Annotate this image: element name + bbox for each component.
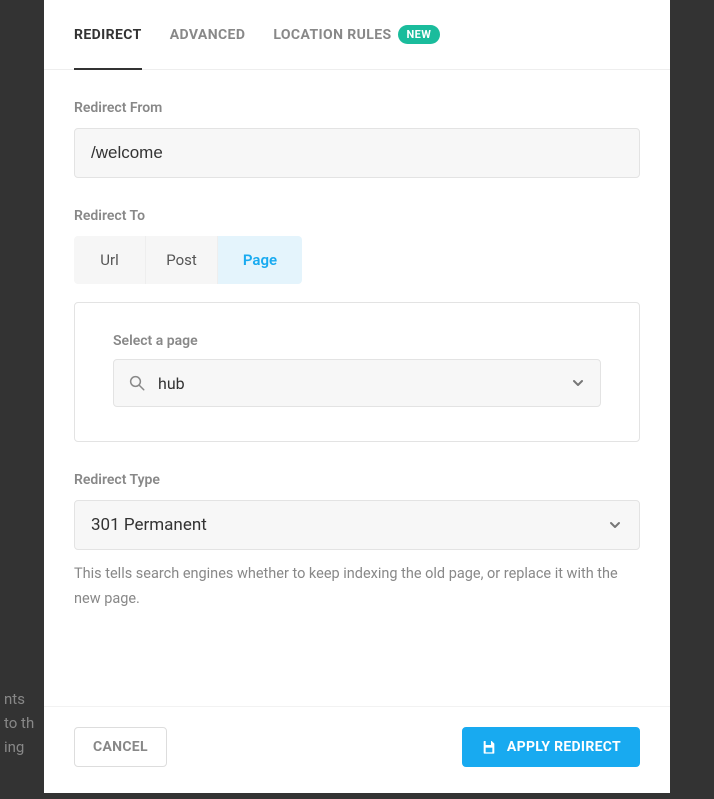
tab-redirect[interactable]: REDIRECT — [74, 0, 142, 69]
seg-option-page[interactable]: Page — [218, 236, 302, 284]
redirect-from-input[interactable] — [74, 128, 640, 178]
tab-advanced[interactable]: ADVANCED — [170, 0, 246, 69]
tab-redirect-label: REDIRECT — [74, 27, 142, 43]
redirect-type-help: This tells search engines whether to kee… — [74, 562, 640, 611]
redirect-from-group: Redirect From — [74, 100, 640, 178]
background-obscured-text: nts to th ing — [4, 687, 34, 759]
apply-redirect-button-label: APPLY REDIRECT — [507, 739, 621, 755]
redirect-from-label: Redirect From — [74, 100, 640, 116]
seg-option-page-label: Page — [243, 251, 277, 269]
redirect-to-segmented: Url Post Page — [74, 236, 302, 284]
redirect-type-group: Redirect Type 301 Permanent This tells s… — [74, 472, 640, 611]
select-page-combobox[interactable] — [113, 359, 601, 407]
tab-location-rules-label: LOCATION RULES — [273, 27, 391, 43]
tab-advanced-label: ADVANCED — [170, 27, 246, 43]
tab-location-rules[interactable]: LOCATION RULES NEW — [273, 0, 440, 69]
apply-redirect-button[interactable]: APPLY REDIRECT — [462, 727, 640, 767]
save-icon — [481, 739, 497, 755]
redirect-modal: REDIRECT ADVANCED LOCATION RULES NEW Red… — [44, 0, 670, 793]
redirect-type-dropdown[interactable]: 301 Permanent — [74, 500, 640, 550]
select-page-panel: Select a page — [74, 302, 640, 442]
tab-bar: REDIRECT ADVANCED LOCATION RULES NEW — [44, 0, 670, 70]
modal-body: Redirect From Redirect To Url Post Page … — [44, 70, 670, 706]
chevron-down-icon — [570, 375, 586, 391]
seg-option-url-label: Url — [100, 251, 118, 269]
search-icon — [128, 374, 146, 392]
redirect-to-group: Redirect To Url Post Page Select a page — [74, 208, 640, 442]
seg-option-post-label: Post — [166, 251, 197, 269]
redirect-type-value: 301 Permanent — [91, 515, 607, 535]
new-badge: NEW — [398, 25, 441, 44]
seg-option-post[interactable]: Post — [146, 236, 218, 284]
select-page-input[interactable] — [158, 374, 570, 393]
modal-footer: CANCEL APPLY REDIRECT — [44, 706, 670, 793]
redirect-to-label: Redirect To — [74, 208, 640, 224]
chevron-down-icon — [607, 517, 623, 533]
redirect-type-label: Redirect Type — [74, 472, 640, 488]
cancel-button[interactable]: CANCEL — [74, 727, 167, 767]
seg-option-url[interactable]: Url — [74, 236, 146, 284]
select-page-label: Select a page — [113, 333, 601, 349]
cancel-button-label: CANCEL — [93, 739, 148, 755]
